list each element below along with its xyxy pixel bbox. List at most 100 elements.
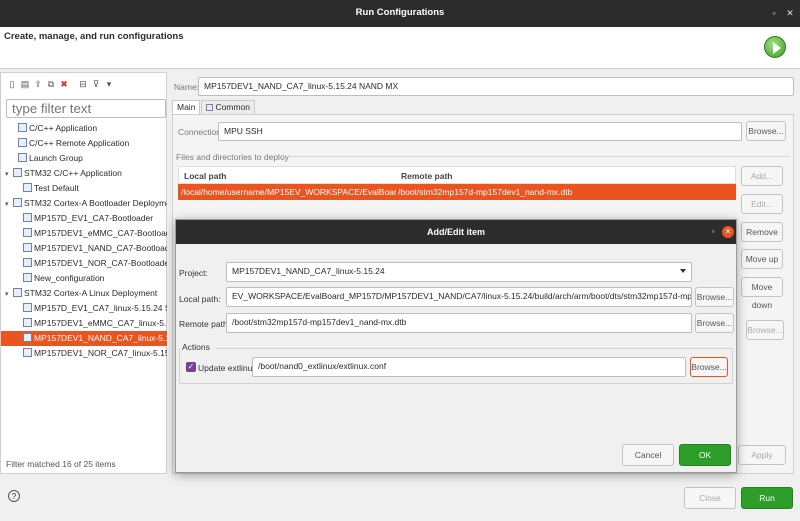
tree-item[interactable]: Test Default <box>1 181 167 196</box>
close-icon[interactable]: ✕ <box>784 7 796 19</box>
chevron-down-icon <box>680 269 686 273</box>
project-select[interactable]: MP157DEV1_NAND_CA7_linux-5.15.24 <box>226 262 692 282</box>
connection-select[interactable]: MPU SSH <box>218 122 742 141</box>
config-type-icon <box>23 273 32 282</box>
update-extlinux-checkbox[interactable]: ✓ <box>186 362 196 372</box>
config-type-icon <box>18 123 27 132</box>
new-config-icon[interactable]: ▯ <box>7 79 17 89</box>
config-type-icon <box>18 153 27 162</box>
local-path-label: Local path: <box>179 294 221 304</box>
config-type-icon <box>23 333 32 342</box>
update-extlinux-label: Update extlinux: <box>198 363 259 373</box>
collapse-all-icon[interactable]: ⊟ <box>78 79 88 89</box>
config-type-icon <box>23 228 32 237</box>
extlinux-browse-button[interactable]: Browse... <box>690 357 728 377</box>
tree-item[interactable]: C/C++ Application <box>1 121 167 136</box>
chevron-down-icon[interactable]: ▾ <box>104 79 114 89</box>
help-icon[interactable]: ? <box>8 490 20 502</box>
tree-item-label: STM32 Cortex-A Bootloader Deployment <box>24 198 167 208</box>
tree-item[interactable]: MP157DEV1_eMMC_CA7-Bootloader-tf-a- <box>1 226 167 241</box>
export-icon[interactable]: ⇪ <box>33 79 43 89</box>
remote-path-label: Remote path: <box>179 319 231 329</box>
tree-item-label: New_configuration <box>34 273 105 283</box>
connection-browse-button[interactable]: Browse... <box>746 121 786 141</box>
tree-item[interactable]: MP157DEV1_NOR_CA7_linux-5.15.24 NOR <box>1 346 167 361</box>
tree-item-label: MP157D_EV1_CA7_linux-5.15.24 SDCard M <box>34 303 167 313</box>
dialog-header: Create, manage, and run configurations <box>0 27 800 69</box>
config-type-icon <box>23 183 32 192</box>
apply-button[interactable]: Apply <box>738 445 786 465</box>
section-divider <box>286 156 790 157</box>
project-label: Project: <box>179 268 208 278</box>
tree-item-label: MP157DEV1_NOR_CA7-Bootloader <box>34 258 167 268</box>
add-button[interactable]: Add... <box>741 166 783 186</box>
project-value: MP157DEV1_NAND_CA7_linux-5.15.24 <box>232 266 385 276</box>
row-remote-path: /boot/stm32mp157d-mp157dev1_nand-mx.dtb <box>398 187 573 197</box>
close-icon[interactable]: ✕ <box>722 226 734 238</box>
local-browse-button[interactable]: Browse... <box>695 287 734 307</box>
delete-icon[interactable]: ✖ <box>59 79 69 89</box>
window-title: Run Configurations <box>355 7 445 18</box>
name-input[interactable]: MP157DEV1_NAND_CA7_linux-5.15.24 NAND MX <box>198 77 794 96</box>
tree-item[interactable]: MP157DEV1_NOR_CA7-Bootloader <box>1 256 167 271</box>
tree-item[interactable]: MP157DEV1_NAND_CA7_linux-5.15.24 NA <box>1 331 167 346</box>
tree-item-label: MP157DEV1_eMMC_CA7_linux-5.15.24 EM <box>34 318 167 328</box>
new-prototype-icon[interactable]: ▤ <box>20 79 30 89</box>
chevron-down-icon[interactable]: ▾ <box>5 287 13 301</box>
connection-label: Connection: <box>178 127 224 137</box>
run-icon <box>764 36 786 58</box>
tree-item[interactable]: C/C++ Remote Application <box>1 136 167 151</box>
tree-item[interactable]: MP157D_EV1_CA7-Bootloader <box>1 211 167 226</box>
ok-button[interactable]: OK <box>679 444 731 466</box>
config-tree: C/C++ Application C/C++ Remote Applicatio… <box>1 121 167 361</box>
local-path-input[interactable]: EV_WORKSPACE/EvalBoard_MP157D/MP157DEV1_… <box>226 287 692 307</box>
chevron-down-icon[interactable]: ▾ <box>5 197 13 211</box>
remove-button[interactable]: Remove <box>741 222 783 242</box>
close-button[interactable]: Close <box>684 487 736 509</box>
common-tab-icon <box>206 104 214 111</box>
tree-item[interactable]: New_configuration <box>1 271 167 286</box>
tree-item[interactable]: MP157DEV1_NAND_CA7-Bootloader-tf-a- <box>1 241 167 256</box>
tree-item[interactable]: ▾ STM32 Cortex-A Bootloader Deployment <box>1 196 167 211</box>
tree-item-label: MP157D_EV1_CA7-Bootloader <box>34 213 154 223</box>
chevron-down-icon[interactable]: ▾ <box>5 167 13 181</box>
remote-browse-button[interactable]: Browse... <box>695 313 734 333</box>
tree-item-label: Test Default <box>34 183 79 193</box>
filter-input[interactable] <box>6 99 166 118</box>
tree-toolbar: ▯ ▤ ⇪ ⧉ ✖ ⊟ ⊽ ▾ <box>7 79 114 89</box>
tree-item-label: C/C++ Application <box>29 123 98 133</box>
run-button[interactable]: Run <box>741 487 793 509</box>
minimize-icon[interactable]: ▫ <box>768 7 780 19</box>
cancel-button[interactable]: Cancel <box>622 444 674 466</box>
minimize-icon[interactable]: ▫ <box>708 226 718 238</box>
deploy-table: Local path Remote path /local/home/usern… <box>178 166 736 200</box>
col-remote-path: Remote path <box>401 171 453 181</box>
tree-item-label: MP157DEV1_NAND_CA7_linux-5.15.24 NA <box>34 333 167 343</box>
table-row[interactable]: /local/home/username/MP15EV_WORKSPACE/Ev… <box>178 184 736 200</box>
tree-item[interactable]: ▾ STM32 Cortex-A Linux Deployment <box>1 286 167 301</box>
tab-main[interactable]: Main <box>172 100 201 114</box>
move-down-button[interactable]: Move down <box>741 277 783 310</box>
window-titlebar: Run Configurations ▫ ✕ <box>0 0 800 27</box>
tab-common[interactable]: Common <box>201 100 255 114</box>
tree-item-label: Launch Group <box>29 153 83 163</box>
config-tree-panel: ▯ ▤ ⇪ ⧉ ✖ ⊟ ⊽ ▾ C/C++ Application C/C++ R… <box>0 72 167 474</box>
name-label: Name: <box>174 82 200 92</box>
remote-path-input[interactable]: /boot/stm32mp157d-mp157dev1_nand-mx.dtb <box>226 313 692 333</box>
tree-item[interactable]: Launch Group <box>1 151 167 166</box>
dialog-titlebar: Add/Edit item ▫ ✕ <box>176 220 736 244</box>
tree-item[interactable]: ▾ STM32 C/C++ Application <box>1 166 167 181</box>
duplicate-icon[interactable]: ⧉ <box>46 79 56 89</box>
tree-item[interactable]: MP157D_EV1_CA7_linux-5.15.24 SDCard M <box>1 301 167 316</box>
tree-item-label: STM32 C/C++ Application <box>24 168 122 178</box>
extra-browse-button[interactable]: Browse... <box>746 320 784 340</box>
config-type-icon <box>23 303 32 312</box>
tree-item-label: MP157DEV1_NAND_CA7-Bootloader-tf-a- <box>34 243 167 253</box>
tree-item[interactable]: MP157DEV1_eMMC_CA7_linux-5.15.24 EM <box>1 316 167 331</box>
move-up-button[interactable]: Move up <box>741 249 783 269</box>
filter-icon[interactable]: ⊽ <box>91 79 101 89</box>
edit-button[interactable]: Edit... <box>741 194 783 214</box>
files-section-label: Files and directories to deploy <box>176 152 289 162</box>
extlinux-path-input[interactable]: /boot/nand0_extlinux/extlinux.conf <box>252 357 686 377</box>
config-type-icon <box>23 348 32 357</box>
